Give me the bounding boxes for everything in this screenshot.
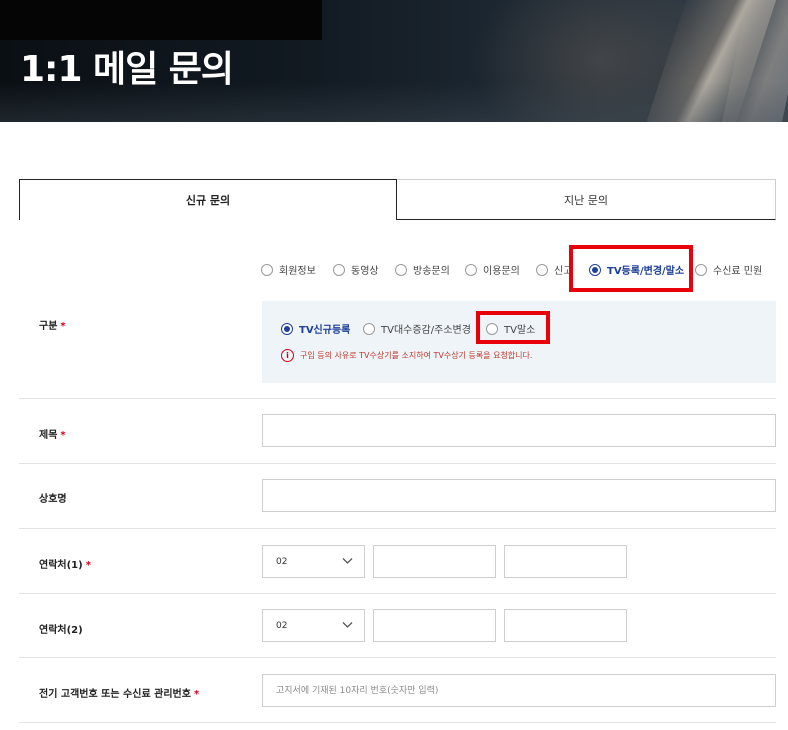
row-divider	[19, 722, 776, 723]
row-divider	[19, 593, 776, 594]
radio-circle-icon	[261, 263, 273, 276]
company-label: 상호명	[39, 494, 67, 505]
row-divider	[19, 398, 776, 399]
inquiry-tabs: 신규 문의 지난 문의	[19, 179, 776, 220]
radio-circle-icon	[333, 263, 345, 276]
phone2-area-select[interactable]: 02	[262, 609, 365, 642]
phone2-label: 연락처(2)	[39, 625, 83, 636]
tab-past-inquiry[interactable]: 지난 문의	[397, 179, 776, 220]
tab-new-inquiry[interactable]: 신규 문의	[19, 179, 397, 220]
category-label: 구분 *	[39, 321, 66, 332]
subject-label: 제목 *	[39, 430, 66, 441]
highlight-box-tv-cancellation	[476, 311, 550, 344]
info-icon: i	[281, 349, 294, 362]
required-mark: *	[60, 321, 66, 332]
phone1-label: 연락처(1) *	[39, 560, 91, 571]
radio-circle-icon	[395, 263, 407, 276]
radio-circle-icon	[536, 263, 548, 276]
radio-tv-count-address-change[interactable]: TV대수증감/주소변경	[363, 321, 471, 336]
phone1-area-select[interactable]: 02	[262, 545, 365, 578]
subject-input[interactable]	[262, 414, 776, 447]
chevron-down-icon	[342, 558, 353, 564]
radio-broadcast-inquiry[interactable]: 방송문의	[395, 262, 450, 277]
chevron-down-icon	[342, 622, 353, 628]
account-number-label: 전기 고객번호 또는 수신료 관리번호 *	[39, 689, 200, 700]
required-mark: *	[193, 689, 200, 700]
radio-circle-icon	[363, 322, 375, 335]
radio-circle-icon	[695, 263, 707, 276]
row-divider	[19, 528, 776, 529]
row-divider	[19, 657, 776, 658]
page-title: 1:1 메일 문의	[20, 49, 234, 90]
radio-report[interactable]: 신고	[536, 262, 572, 277]
radio-member-info[interactable]: 회원정보	[261, 262, 316, 277]
phone2-last-input[interactable]	[504, 609, 627, 642]
notice-message: i 구입 등의 사유로 TV수상기를 소지하여 TV수상기 등록을 요청합니다.	[281, 349, 532, 362]
radio-selected-icon	[281, 322, 293, 335]
highlight-box-tv-registration	[569, 245, 693, 292]
radio-usage-inquiry[interactable]: 이용문의	[465, 262, 520, 277]
banner-top-bar	[0, 0, 322, 40]
radio-tv-new-registration[interactable]: TV신규등록	[281, 321, 350, 336]
phone1-middle-input[interactable]	[373, 545, 496, 578]
company-input[interactable]	[262, 479, 776, 512]
phone1-last-input[interactable]	[504, 545, 627, 578]
header-banner: 1:1 메일 문의	[0, 0, 788, 122]
required-mark: *	[60, 430, 66, 441]
phone2-middle-input[interactable]	[373, 609, 496, 642]
account-number-input[interactable]	[262, 674, 776, 707]
radio-video[interactable]: 동영상	[333, 262, 379, 277]
radio-license-fee-complaint[interactable]: 수신료 민원	[695, 262, 762, 277]
row-divider	[19, 463, 776, 464]
radio-circle-icon	[465, 263, 477, 276]
required-mark: *	[85, 560, 91, 571]
